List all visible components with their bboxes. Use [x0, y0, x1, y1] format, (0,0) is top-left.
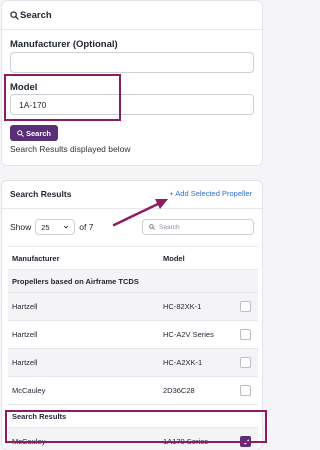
manufacturer-label: Manufacturer (Optional) — [10, 39, 118, 50]
page: Search Manufacturer (Optional) Model Sea… — [0, 0, 269, 450]
row-model: 2D36C28 — [163, 386, 195, 395]
row-select-checkbox[interactable] — [240, 436, 251, 447]
row-model: HC-A2XK-1 — [163, 358, 203, 367]
row-manufacturer: McCauley — [12, 386, 46, 395]
checkmark-icon — [242, 439, 249, 444]
search-results-note: Search Results displayed below — [10, 144, 131, 154]
manufacturer-input[interactable] — [10, 52, 254, 73]
results-panel-title: Search Results — [10, 189, 72, 199]
search-button-label: Search — [25, 128, 52, 138]
search-icon — [17, 129, 24, 137]
search-icon — [10, 11, 19, 20]
table-row: Hartzell HC-82XK-1 — [8, 293, 258, 321]
chevron-down-icon — [64, 225, 69, 229]
row-select-checkbox[interactable] — [240, 385, 251, 396]
show-label: Show — [10, 222, 32, 232]
row-manufacturer: Hartzell — [12, 302, 38, 311]
manufacturer-column-header: Manufacturer — [12, 253, 60, 263]
group-header-airframe-tcds: Propellers based on Airframe TCDS — [8, 270, 258, 293]
results-panel: Search Results + Add Selected Propeller … — [1, 180, 263, 450]
table-row: Hartzell HC-A2V Series — [8, 321, 258, 349]
page-size-control: Show 25 of 7 — [10, 219, 93, 235]
row-select-checkbox[interactable] — [240, 329, 251, 340]
group-header-search-results: Search Results — [8, 405, 258, 428]
page-size-select[interactable]: 25 — [35, 219, 76, 235]
table-header: Manufacturer Model — [8, 246, 258, 270]
table-row: McCauley 2D36C28 — [8, 377, 258, 405]
model-input[interactable] — [10, 94, 254, 115]
page-size-value: 25 — [41, 222, 50, 232]
table-row: Hartzell HC-A2XK-1 — [8, 349, 258, 377]
add-selected-propeller-link[interactable]: + Add Selected Propeller — [169, 189, 252, 198]
row-select-checkbox[interactable] — [240, 301, 251, 312]
model-column-header: Model — [163, 253, 185, 263]
table-search-box[interactable] — [142, 219, 254, 235]
row-manufacturer: Hartzell — [12, 358, 38, 367]
search-panel-title: Search — [10, 10, 52, 21]
table-row: McCauley 1A170 Series — [8, 428, 258, 450]
search-button[interactable]: Search — [10, 125, 58, 141]
row-manufacturer: McCauley — [12, 437, 46, 446]
search-icon — [149, 224, 155, 230]
model-label: Model — [10, 82, 38, 93]
row-select-checkbox[interactable] — [240, 357, 251, 368]
results-table: Manufacturer Model Propellers based on A… — [8, 246, 258, 450]
row-model: 1A170 Series — [163, 437, 209, 446]
total-pages-label: of 7 — [79, 222, 94, 232]
search-panel-title-text: Search — [20, 10, 52, 21]
search-panel-divider — [2, 29, 262, 30]
table-search-input[interactable] — [159, 223, 249, 231]
row-model: HC-82XK-1 — [163, 302, 202, 311]
search-panel: Search Manufacturer (Optional) Model Sea… — [1, 0, 263, 166]
row-manufacturer: Hartzell — [12, 330, 38, 339]
results-panel-divider — [2, 208, 262, 209]
row-model: HC-A2V Series — [163, 330, 214, 339]
